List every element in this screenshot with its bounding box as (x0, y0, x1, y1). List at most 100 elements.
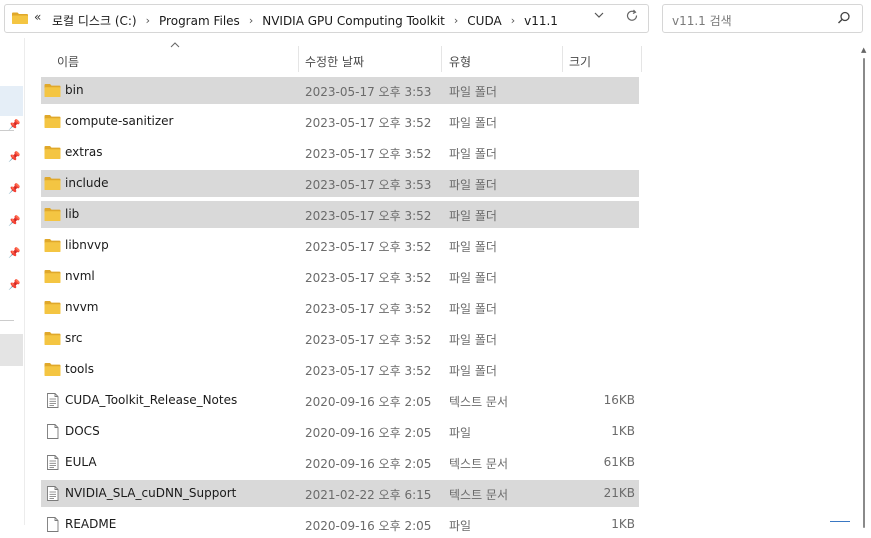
nav-item-highlighted[interactable] (0, 334, 23, 366)
breadcrumb-local-disk[interactable]: 로컬 디스크 (C:) (52, 12, 137, 29)
text-document-icon (44, 486, 61, 501)
file-row[interactable]: EULA 2020-09-16 오후 2:05 텍스트 문서 61KB (41, 449, 639, 476)
column-header-name[interactable]: 이름 (57, 53, 79, 70)
file-type: 텍스트 문서 (449, 457, 509, 471)
file-name: src (65, 331, 83, 345)
file-date-modified: 2023-05-17 오후 3:52 (305, 240, 432, 254)
folder-icon (44, 114, 61, 129)
file-name: nvvm (65, 300, 99, 314)
breadcrumb-v11-1[interactable]: v11.1 (524, 14, 558, 28)
file-name: DOCS (65, 424, 100, 438)
nav-item-selected[interactable] (0, 86, 23, 116)
breadcrumb-program-files[interactable]: Program Files (159, 14, 240, 28)
file-name: compute-sanitizer (65, 114, 174, 128)
chevron-right-icon[interactable]: › (454, 14, 458, 27)
file-type: 파일 폴더 (449, 178, 497, 192)
column-divider[interactable] (562, 46, 563, 72)
chevron-right-icon[interactable]: › (511, 14, 515, 27)
file-row[interactable]: DOCS 2020-09-16 오후 2:05 파일 1KB (41, 418, 639, 445)
file-date-modified: 2023-05-17 오후 3:53 (305, 178, 432, 192)
column-divider[interactable] (441, 46, 442, 72)
folder-icon (44, 145, 61, 160)
pin-icon[interactable]: 📌 (8, 280, 20, 291)
file-name: libnvvp (65, 238, 109, 252)
file-name: nvml (65, 269, 95, 283)
file-name: CUDA_Toolkit_Release_Notes (65, 393, 238, 407)
file-row[interactable]: compute-sanitizer 2023-05-17 오후 3:52 파일 폴더 (41, 108, 639, 135)
file-row[interactable]: src 2023-05-17 오후 3:52 파일 폴더 (41, 325, 639, 352)
file-row[interactable]: libnvvp 2023-05-17 오후 3:52 파일 폴더 (41, 232, 639, 259)
file-date-modified: 2020-09-16 오후 2:05 (305, 519, 432, 533)
file-icon (44, 424, 61, 439)
file-date-modified: 2023-05-17 오후 3:52 (305, 302, 432, 316)
file-row[interactable]: bin 2023-05-17 오후 3:53 파일 폴더 (41, 77, 639, 104)
file-row[interactable]: NVIDIA_SLA_cuDNN_Support 2021-02-22 오후 6:… (41, 480, 639, 507)
pin-icon[interactable]: 📌 (8, 152, 20, 163)
search-icon[interactable] (837, 11, 851, 25)
chevron-right-icon[interactable]: › (146, 14, 150, 27)
file-type: 파일 (449, 426, 472, 440)
text-document-icon (44, 455, 61, 470)
file-date-modified: 2023-05-17 오후 3:53 (305, 85, 432, 99)
file-date-modified: 2023-05-17 오후 3:52 (305, 333, 432, 347)
file-date-modified: 2021-02-22 오후 6:15 (305, 488, 432, 502)
nav-divider (0, 320, 14, 321)
file-row[interactable]: nvvm 2023-05-17 오후 3:52 파일 폴더 (41, 294, 639, 321)
file-type: 파일 폴더 (449, 147, 497, 161)
breadcrumb: 로컬 디스크 (C:) › Program Files › NVIDIA GPU… (52, 12, 558, 29)
file-row[interactable]: lib 2023-05-17 오후 3:52 파일 폴더 (41, 201, 639, 228)
folder-icon (44, 362, 61, 377)
file-row[interactable]: include 2023-05-17 오후 3:53 파일 폴더 (41, 170, 639, 197)
file-size: 1KB (611, 424, 635, 438)
column-header-type[interactable]: 유형 (449, 53, 471, 70)
breadcrumb-cuda[interactable]: CUDA (467, 14, 501, 28)
overflow-chevron-icon[interactable]: « (34, 10, 41, 24)
file-date-modified: 2020-09-16 오후 2:05 (305, 457, 432, 471)
text-document-icon (44, 393, 61, 408)
navigation-pane: 📌 📌 📌 📌 📌 📌 (0, 38, 25, 525)
file-row[interactable]: CUDA_Toolkit_Release_Notes 2020-09-16 오후 … (41, 387, 639, 414)
file-type: 파일 폴더 (449, 271, 497, 285)
column-header-size[interactable]: 크기 (569, 53, 591, 70)
file-name: include (65, 176, 109, 190)
file-name: EULA (65, 455, 97, 469)
title-toolbar: « 로컬 디스크 (C:) › Program Files › NVIDIA G… (0, 0, 871, 38)
column-divider[interactable] (298, 46, 299, 72)
scrollbar-thumb[interactable] (863, 58, 865, 528)
pin-icon[interactable]: 📌 (8, 184, 20, 195)
pin-icon[interactable]: 📌 (8, 248, 20, 259)
scroll-up-icon[interactable]: ▲ (861, 46, 866, 54)
file-type: 파일 폴더 (449, 302, 497, 316)
file-row[interactable]: nvml 2023-05-17 오후 3:52 파일 폴더 (41, 263, 639, 290)
folder-icon (44, 83, 61, 98)
chevron-down-icon[interactable] (594, 10, 604, 23)
file-name: tools (65, 362, 94, 376)
file-type: 파일 폴더 (449, 364, 497, 378)
pin-icon[interactable]: 📌 (8, 120, 20, 131)
file-row[interactable]: tools 2023-05-17 오후 3:52 파일 폴더 (41, 356, 639, 383)
search-input[interactable]: v11.1 검색 (662, 4, 863, 33)
folder-icon (44, 238, 61, 253)
file-name: bin (65, 83, 84, 97)
pin-icon[interactable]: 📌 (8, 216, 20, 227)
breadcrumb-nvidia-gpu-toolkit[interactable]: NVIDIA GPU Computing Toolkit (262, 14, 445, 28)
sort-ascending-icon (170, 40, 180, 51)
file-date-modified: 2023-05-17 오후 3:52 (305, 147, 432, 161)
file-row[interactable]: extras 2023-05-17 오후 3:52 파일 폴더 (41, 139, 639, 166)
file-type: 파일 폴더 (449, 333, 497, 347)
column-divider[interactable] (641, 46, 642, 72)
file-size: 61KB (603, 455, 635, 469)
column-headers: 이름 수정한 날짜 유형 크기 (41, 38, 641, 76)
chevron-right-icon[interactable]: › (249, 14, 253, 27)
column-header-date[interactable]: 수정한 날짜 (305, 53, 364, 70)
file-name: README (65, 517, 117, 531)
file-type: 파일 폴더 (449, 240, 497, 254)
search-placeholder: v11.1 검색 (672, 14, 732, 28)
file-name: NVIDIA_SLA_cuDNN_Support (65, 486, 237, 500)
folder-icon (44, 176, 61, 191)
folder-icon (44, 300, 61, 315)
file-date-modified: 2020-09-16 오후 2:05 (305, 395, 432, 409)
address-bar[interactable]: « 로컬 디스크 (C:) › Program Files › NVIDIA G… (4, 4, 649, 33)
refresh-icon[interactable] (625, 9, 639, 27)
vertical-scrollbar[interactable]: ▲ (860, 44, 870, 528)
